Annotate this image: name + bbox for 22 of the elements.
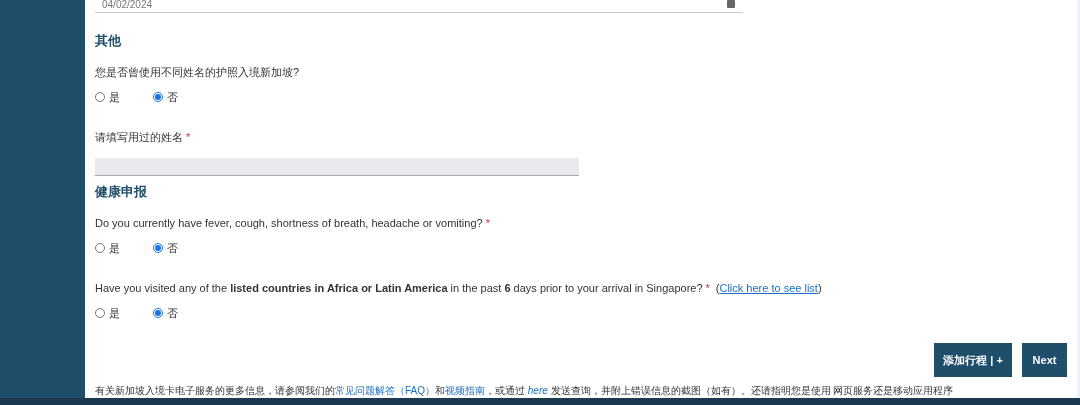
radio-option[interactable]: 是 — [95, 88, 125, 106]
date-field[interactable]: 04/02/2024 — [95, 0, 743, 13]
section-heading: 其他 — [95, 31, 122, 50]
input-field[interactable] — [95, 157, 579, 176]
question-text: 请填写用过的姓名 * — [95, 130, 192, 146]
radio-option[interactable]: 否 — [153, 304, 183, 321]
link[interactable]: 常见问题解答（FAQ） — [335, 385, 435, 396]
radio-option[interactable]: 是 — [95, 304, 125, 321]
radio-option[interactable]: 否 — [153, 239, 183, 256]
radio-option[interactable]: 否 — [153, 88, 183, 106]
question-text: Do you currently have fever, cough, shortness of breath, headache or vomiting? * — [95, 216, 491, 231]
question-text: 您是否曾使用不同姓名的护照入境新加坡? — [95, 65, 301, 81]
next-button[interactable]: Next — [1022, 343, 1067, 377]
add-trip-button[interactable]: 添加行程 | + — [934, 343, 1012, 377]
link[interactable]: Click here to see list — [719, 282, 818, 294]
calendar-icon — [727, 0, 735, 8]
footer-note: 有关新加坡入境卡电子服务的更多信息，请参阅我们的常见问题解答（FAQ）和视频指南，或通过 here 发送查询，并附上错误信息的截图（如有）。还请指明您是使用 网页服务还是移动应用程序 — [95, 384, 955, 398]
link[interactable]: here — [527, 385, 548, 396]
section-heading: 健康申报 — [95, 182, 148, 201]
radio-option[interactable]: 是 — [95, 239, 125, 256]
question-text: Have you visited any of the listed countries in Africa or Latin America in the past 6 days prior to your arrival in Singapore? * (Click here to see list) — [95, 281, 823, 296]
link[interactable]: 视频指南 — [445, 385, 485, 396]
